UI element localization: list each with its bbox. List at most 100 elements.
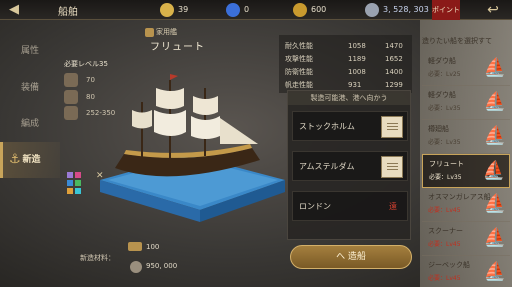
stat-max: 1652 [385,55,403,63]
exit-arrow-icon[interactable]: ↩ [478,1,508,19]
ship-list-name: スクーナー [428,227,463,235]
ship-list-level: 必要：Lv35 [429,174,462,181]
ship-sail [132,110,152,129]
ship-list-name: ジーベック船 [428,261,470,269]
port-option-london[interactable]: ロンドン 遠 [292,191,408,221]
resource-silver-value: 3, 528, 303 [383,5,429,14]
ship-list-name: 軽ダウ船 [428,57,456,65]
close-icon[interactable]: ✕ [96,171,104,181]
silver-cost: 950, 000 [146,262,178,270]
port-name: アムステルダム [299,162,355,171]
stat-label: 攻撃性能 [285,55,313,63]
screen-title: 船舶 [58,7,78,18]
ship-list-level: 必要：Lv35 [428,105,461,112]
color-swatch[interactable] [75,180,81,186]
ship-list-item[interactable]: ジーベック船 必要：Lv45 ⛵ [422,256,510,287]
port-option-stockholm[interactable]: ストックホルム [292,111,408,141]
ship-list-level: 必要：Lv35 [428,139,461,146]
coin-icon [293,3,307,17]
ship-list-item[interactable]: オスマンガレアス船 必要：Lv45 ⛵ [422,188,510,222]
port-option-amsterdam[interactable]: アムステルダム [292,151,408,181]
ship-jib-sail [220,118,258,144]
stat-row: 防衛性能 1008 1400 [285,66,410,78]
port-name: ストックホルム [299,122,355,131]
ship-list: 造りたい船を選択すて 軽ダウ船 必要：Lv25 ⛵ 軽ダウ船 必要：Lv35 ⛵ 樽廻船 必要… [420,20,512,287]
ship-icon: ⛵ [483,227,506,248]
resource-silver: 3, 528, 303 [365,3,429,17]
resource-coin: 600 [293,3,326,17]
lumber-icon [128,242,142,251]
color-swatches [67,172,81,194]
color-swatch[interactable] [67,172,73,178]
ship-list-item[interactable]: フリュート必要：Lv35 ⛵ [422,154,510,188]
ship-flag [170,74,178,80]
ship-list-name: 軽ダウ船 [428,91,456,99]
menu-equipment[interactable]: 装備 [0,72,60,104]
ship-icon: ⛵ [483,125,506,146]
ship-name: フリュート [150,42,205,53]
ship-icon: ⛵ [483,193,506,214]
color-swatch[interactable] [67,180,73,186]
anchor-icon: ⚓ [9,152,21,167]
ship-list-item[interactable]: 軽ダウ船必要：Lv25 ⛵ [422,52,510,86]
port-select-panel: 製造可能港、港へ向かう ストックホルム アムステルダム ロンドン 遠 [287,90,411,240]
ship-category-label: 家用艦 [156,28,177,36]
distance-mark: 遠 [389,202,397,211]
cargo-icon [64,90,78,104]
ship-list-header: 造りたい船を選択すて [422,37,493,45]
resource-gem-value: 0 [244,5,250,14]
menu-build[interactable]: ⚓ 新造 [0,142,60,178]
silver-icon [130,261,142,273]
silver-icon [365,3,379,17]
category-icon [145,27,154,37]
ship-list-name: 樽廻船 [428,125,449,133]
ship-icon: ⛵ [483,91,506,112]
resource-gem: 0 [226,3,249,17]
stat-row: 攻撃性能 1189 1652 [285,53,410,65]
points-tab[interactable]: ポイント [432,0,460,20]
ship-list-item[interactable]: 樽廻船必要：Lv35 ⛵ [422,120,510,154]
helm-icon [64,106,78,120]
menu-formation[interactable]: 編成 [0,108,60,140]
gem-icon [226,3,240,17]
resource-medal-value: 39 [178,5,189,14]
build-ship-button[interactable]: へ 造船 [290,245,412,269]
port-select-header: 製造可能港、港へ向かう [288,91,410,105]
ship-list-level: 必要：Lv25 [428,71,461,78]
medal-icon [160,3,174,17]
color-swatch[interactable] [75,172,81,178]
ship-icon: ⛵ [482,160,505,181]
resource-medal: 39 [160,3,188,17]
ship-list-level: 必要：Lv45 [428,275,461,282]
menu-attributes[interactable]: 属性 [0,35,60,67]
stat-label: 耐久性能 [285,42,313,50]
resource-coin-value: 600 [311,5,327,14]
color-swatch[interactable] [75,188,81,194]
document-icon [381,116,403,138]
document-icon [381,156,403,178]
ship-category: 家用艦 [145,27,177,37]
material-cost: 100 [146,243,160,251]
stat-max: 1400 [385,68,403,76]
stats-panel: 耐久性能 1058 1470 攻撃性能 1189 1652 防衛性能 1008 1400 帆… [279,35,412,93]
back-button[interactable]: ◀ [4,2,24,18]
color-swatch[interactable] [67,188,73,194]
port-name: ロンドン [299,202,331,211]
build-materials-label: 新造材料： [80,254,115,262]
ship-sail [156,88,184,109]
ship-list-name: オスマンガレアス船 [428,193,491,201]
stat-min: 1008 [348,68,366,76]
crew-icon [64,73,78,87]
ship-icon: ⛵ [483,57,506,78]
stat-min: 1189 [348,55,366,63]
ship-list-level: 必要：Lv45 [428,241,461,248]
ship-list-name: フリュート [429,160,464,168]
ship-icon: ⛵ [483,261,506,282]
stat-label: 防衛性能 [285,68,313,76]
ship-model-preview[interactable] [80,60,290,230]
menu-build-label: 新造 [22,155,41,165]
ship-list-item[interactable]: スクーナー必要：Lv45 ⛵ [422,222,510,256]
stat-max: 1470 [385,42,403,50]
stat-row: 耐久性能 1058 1470 [285,40,410,52]
ship-list-item[interactable]: 軽ダウ船必要：Lv35 ⛵ [422,86,510,120]
